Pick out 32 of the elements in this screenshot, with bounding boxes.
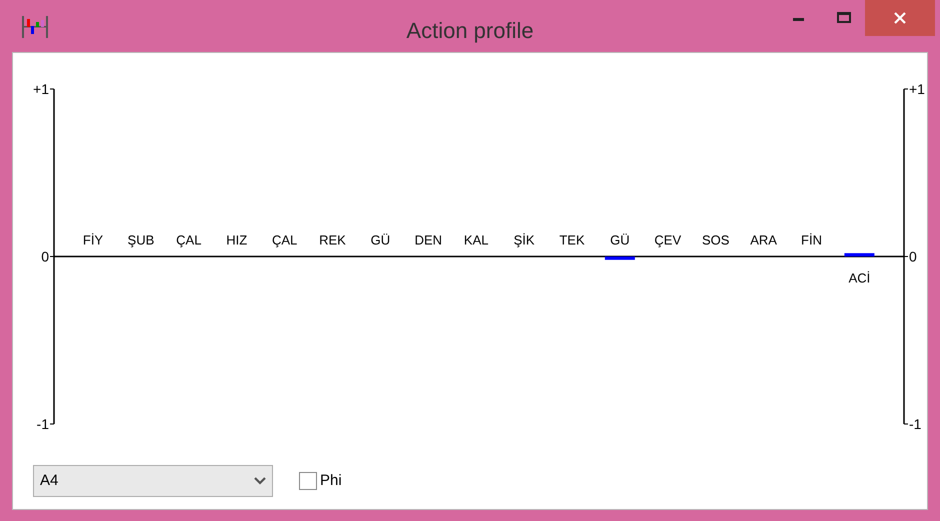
checkbox-label: Phi — [320, 470, 342, 491]
category-label: ÇAL — [176, 232, 202, 248]
chevron-down-icon — [254, 477, 266, 485]
app-icon — [22, 16, 48, 38]
window-title: Action profile — [405, 17, 535, 45]
tick-label: -1 — [909, 416, 922, 432]
category-label: GÜ — [610, 232, 630, 248]
category-label: GÜ — [370, 232, 390, 248]
tick-label: 0 — [41, 248, 49, 264]
category-label: TEK — [559, 232, 585, 248]
tick-label: +1 — [909, 81, 925, 97]
tick-label: -1 — [36, 416, 49, 432]
category-label: HIZ — [226, 232, 248, 248]
category-label: REK — [319, 232, 346, 248]
category-label: ARA — [750, 232, 777, 248]
category-label: ÇEV — [654, 232, 682, 248]
category-label: ŞİK — [514, 232, 535, 248]
phi-checkbox[interactable] — [299, 472, 317, 490]
close-icon — [893, 11, 907, 25]
bar — [844, 253, 874, 256]
category-label: ÇAL — [272, 232, 298, 248]
category-label: ACİ — [848, 270, 870, 286]
category-label: FİN — [801, 232, 822, 248]
category-label: FİY — [82, 232, 104, 248]
tick-label: 0 — [909, 248, 917, 264]
action-dropdown[interactable]: A4 — [33, 465, 273, 497]
tick-label: +1 — [33, 81, 49, 97]
category-label: DEN — [414, 232, 442, 248]
category-label: SOS — [702, 232, 730, 248]
category-label: ŞUB — [128, 232, 154, 248]
bar — [604, 256, 635, 260]
category-label: KAL — [464, 232, 488, 248]
